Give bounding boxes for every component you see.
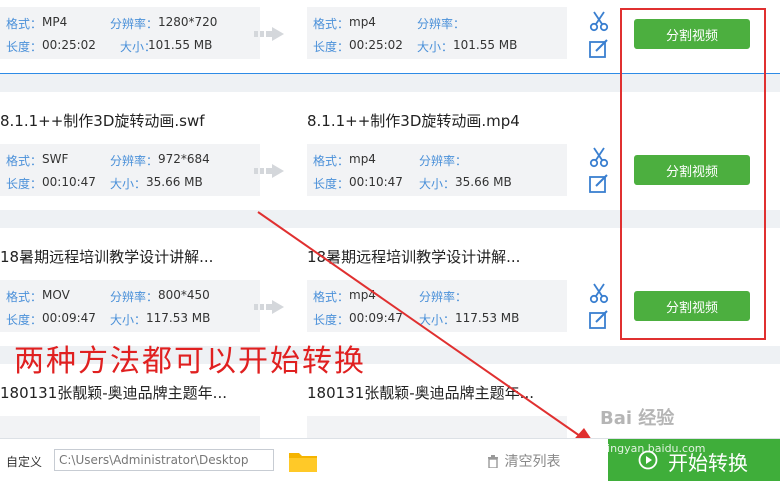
duration-value: 00:10:47 bbox=[349, 175, 403, 189]
scissors-icon[interactable] bbox=[588, 10, 610, 32]
duration-value: 00:09:47 bbox=[349, 311, 403, 325]
source-filename: 8.1.1++制作3D旋转动画.swf bbox=[0, 112, 205, 130]
file-row-2[interactable]: 8.1.1++制作3D旋转动画.swf 8.1.1++制作3D旋转动画.mp4 … bbox=[0, 92, 780, 210]
baidu-watermark-url: jingyan.baidu.com bbox=[604, 442, 706, 455]
baidu-watermark: Bai 经验 bbox=[600, 408, 675, 429]
split-video-button[interactable]: 分割视频 bbox=[634, 19, 750, 49]
size-label: 大小： bbox=[417, 40, 454, 54]
resolution-value: 1280*720 bbox=[158, 15, 218, 29]
format-label: 格式： bbox=[313, 17, 350, 31]
format-value: mp4 bbox=[349, 288, 376, 302]
source-info: 格式： SWF 分辨率： 972*684 长度： 00:10:47 大小： 35… bbox=[0, 144, 260, 196]
resolution-label: 分辨率： bbox=[110, 17, 159, 31]
convert-arrow-icon bbox=[254, 300, 284, 314]
edit-icon[interactable] bbox=[588, 38, 610, 60]
format-value: MP4 bbox=[42, 15, 68, 29]
duration-value: 00:25:02 bbox=[349, 38, 403, 52]
trash-icon bbox=[488, 455, 498, 469]
size-value: 117.53 MB bbox=[146, 311, 211, 325]
edit-icon[interactable] bbox=[588, 309, 610, 331]
duration-label: 长度： bbox=[6, 313, 43, 327]
format-label: 格式： bbox=[6, 290, 43, 304]
duration-label: 长度： bbox=[6, 177, 43, 191]
file-row-3[interactable]: 18暑期远程培训教学设计讲解... 18暑期远程培训教学设计讲解... 格式： … bbox=[0, 228, 780, 346]
size-label: 大小： bbox=[110, 177, 147, 191]
resolution-label: 分辨率： bbox=[417, 17, 466, 31]
resolution-label: 分辨率： bbox=[419, 154, 468, 168]
output-path-input[interactable] bbox=[54, 449, 274, 471]
output-info: 格式： mp4 分辨率： 长度： 00:09:47 大小： 117.53 MB bbox=[307, 280, 567, 332]
scissors-icon[interactable] bbox=[588, 146, 610, 168]
duration-value: 00:25:02 bbox=[42, 38, 96, 52]
annotation-text: 两种方法都可以开始转换 bbox=[14, 344, 366, 379]
resolution-label: 分辨率： bbox=[419, 290, 468, 304]
resolution-label: 分辨率： bbox=[110, 290, 159, 304]
size-value: 101.55 MB bbox=[453, 38, 518, 52]
edit-icon[interactable] bbox=[588, 173, 610, 195]
size-label: 大小： bbox=[419, 177, 456, 191]
clear-list-button[interactable]: 清空列表 bbox=[486, 451, 560, 471]
duration-label: 长度： bbox=[313, 40, 350, 54]
file-row-1[interactable]: 格式： MP4 分辨率： 1280*720 长度： 00:25:02 大小： 1… bbox=[0, 0, 780, 74]
size-value: 101.55 MB bbox=[148, 38, 213, 52]
size-label: 大小： bbox=[419, 313, 456, 327]
source-filename: 18暑期远程培训教学设计讲解... bbox=[0, 248, 214, 266]
size-value: 35.66 MB bbox=[455, 175, 512, 189]
output-info: 格式： mp4 分辨率： 长度： 00:10:47 大小： 35.66 MB bbox=[307, 144, 567, 196]
size-value: 117.53 MB bbox=[455, 311, 520, 325]
scissors-icon[interactable] bbox=[588, 282, 610, 304]
duration-label: 长度： bbox=[6, 40, 43, 54]
source-info: 格式： MOV 分辨率： 800*450 长度： 00:09:47 大小： 11… bbox=[0, 280, 260, 332]
output-filename: 18暑期远程培训教学设计讲解... bbox=[307, 248, 521, 266]
source-info bbox=[0, 416, 260, 438]
convert-arrow-icon bbox=[254, 164, 284, 178]
output-filename: 180131张靓颖-奥迪品牌主题年... bbox=[307, 384, 534, 402]
format-label: 格式： bbox=[313, 290, 350, 304]
format-label: 格式： bbox=[6, 17, 43, 31]
clear-list-label: 清空列表 bbox=[504, 454, 561, 470]
format-value: mp4 bbox=[349, 15, 376, 29]
format-label: 格式： bbox=[313, 154, 350, 168]
output-filename: 8.1.1++制作3D旋转动画.mp4 bbox=[307, 112, 520, 130]
duration-value: 00:09:47 bbox=[42, 311, 96, 325]
format-value: MOV bbox=[42, 288, 70, 302]
split-video-button[interactable]: 分割视频 bbox=[634, 291, 750, 321]
duration-label: 长度： bbox=[313, 313, 350, 327]
size-value: 35.66 MB bbox=[146, 175, 203, 189]
folder-icon[interactable] bbox=[288, 449, 318, 473]
resolution-label: 分辨率： bbox=[110, 154, 159, 168]
split-video-button[interactable]: 分割视频 bbox=[634, 155, 750, 185]
resolution-value: 972*684 bbox=[158, 152, 210, 166]
source-info: 格式： MP4 分辨率： 1280*720 长度： 00:25:02 大小： 1… bbox=[0, 7, 260, 59]
duration-label: 长度： bbox=[313, 177, 350, 191]
save-path-label: 自定义 bbox=[6, 455, 43, 469]
convert-arrow-icon bbox=[254, 27, 284, 41]
size-label: 大小： bbox=[110, 313, 147, 327]
resolution-value: 800*450 bbox=[158, 288, 210, 302]
format-value: SWF bbox=[42, 152, 69, 166]
output-info bbox=[307, 416, 567, 438]
output-info: 格式： mp4 分辨率： 长度： 00:25:02 大小： 101.55 MB bbox=[307, 7, 567, 59]
duration-value: 00:10:47 bbox=[42, 175, 96, 189]
source-filename: 180131张靓颖-奥迪品牌主题年... bbox=[0, 384, 227, 402]
format-label: 格式： bbox=[6, 154, 43, 168]
format-value: mp4 bbox=[349, 152, 376, 166]
